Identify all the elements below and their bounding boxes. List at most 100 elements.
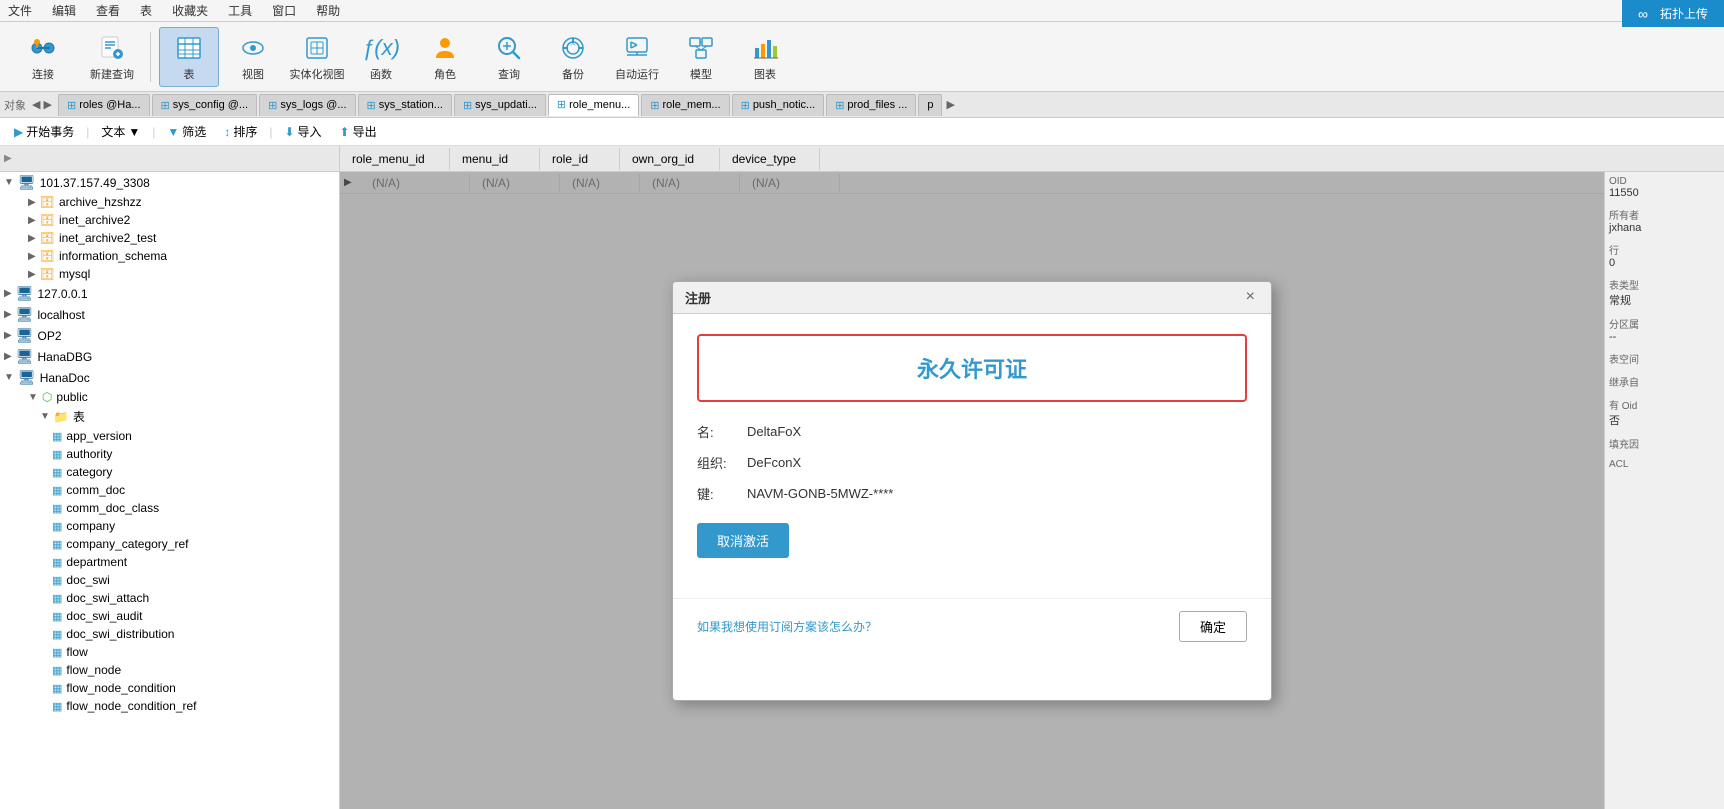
menu-file[interactable]: 文件 [4,0,36,21]
sidebar-server-localhost[interactable]: ▶ 🖥 localhost [0,304,339,325]
materialized-view-icon [301,32,333,64]
tab-role-mem[interactable]: ⊞ role_mem... [641,94,729,116]
export-icon: ⬆ [340,125,350,139]
tab-p[interactable]: p [918,94,942,116]
materialized-view-button[interactable]: 实体化视图 [287,27,347,87]
backup-icon [557,32,589,64]
sidebar-public-schema[interactable]: ▼ ⬡ public [0,388,339,406]
tab-prod-files[interactable]: ⊞ prod_files ... [826,94,916,116]
col-header-device-type[interactable]: device_type [720,148,820,170]
sidebar-table-comm-doc-class[interactable]: ▦ comm_doc_class [0,499,339,517]
menu-tools[interactable]: 工具 [224,0,256,21]
col-header-menu-id[interactable]: menu_id [450,148,540,170]
tab-roles[interactable]: ⊞ roles @Ha... [58,94,150,116]
column-headers: ▶ role_menu_id menu_id role_id own_org_i… [0,146,1724,172]
menu-table[interactable]: 表 [136,0,156,21]
model-button[interactable]: 模型 [671,27,731,87]
menu-edit[interactable]: 编辑 [48,0,80,21]
text-button[interactable]: 文本 ▼ [95,121,146,142]
sidebar-db-inet-archive2-test[interactable]: ▶ 🗄 inet_archive2_test [0,229,339,247]
sidebar-table-flow-node[interactable]: ▦ flow_node [0,661,339,679]
schema-icon: ⬡ [42,390,52,404]
view-button[interactable]: 视图 [223,27,283,87]
menu-window[interactable]: 窗口 [268,0,300,21]
import-button[interactable]: ⬇ 导入 [278,121,327,142]
sidebar-db-information-schema[interactable]: ▶ 🗄 information_schema [0,247,339,265]
col-header-own-org-id[interactable]: own_org_id [620,148,720,170]
sidebar-server-op2[interactable]: ▶ 🖥 OP2 [0,325,339,346]
sidebar-table-flow-node-condition[interactable]: ▦ flow_node_condition [0,679,339,697]
upload-button[interactable]: ∞ 拓扑上传 [1622,0,1724,27]
deactivate-button[interactable]: 取消激活 [697,523,789,558]
ok-button[interactable]: 确定 [1179,611,1247,642]
sidebar-server-hanadbg[interactable]: ▶ 🖥 HanaDBG [0,346,339,367]
prop-rows-label: 行 [1609,242,1720,257]
tab-sys-logs[interactable]: ⊞ sys_logs @... [259,94,355,116]
prop-partition-label: 分区属 [1609,316,1720,331]
sidebar-table-department[interactable]: ▦ department [0,553,339,571]
tab-more[interactable]: ▶ [946,98,954,111]
chart-button[interactable]: 图表 [735,27,795,87]
table-row-icon: ▦ [52,430,62,443]
table-app-version-label: app_version [66,429,131,443]
dialog-title: 注册 [685,288,711,307]
server-icon: 🖥 [18,369,36,386]
sidebar-table-company[interactable]: ▦ company [0,517,339,535]
subscription-link[interactable]: 如果我想使用订阅方案该怎么办？ [697,618,877,635]
query-label: 查询 [498,66,520,82]
expand-icon: ▼ [4,177,14,188]
sidebar-table-category[interactable]: ▦ category [0,463,339,481]
sidebar-table-company-category-ref[interactable]: ▦ company_category_ref [0,535,339,553]
connect-button[interactable]: 连接 [8,27,78,87]
tab-role-menu[interactable]: ⊞ role_menu... [548,94,639,116]
prop-fill-factor-label: 填充因 [1609,436,1720,451]
sidebar-table-comm-doc[interactable]: ▦ comm_doc [0,481,339,499]
autorun-button[interactable]: 自动运行 [607,27,667,87]
tab-sys-config[interactable]: ⊞ sys_config @... [152,94,258,116]
expand-icon: ▶ [28,233,36,244]
prop-owner: 所有者 jxhana [1609,207,1720,234]
sidebar-table-authority[interactable]: ▦ authority [0,445,339,463]
backup-button[interactable]: 备份 [543,27,603,87]
menu-help[interactable]: 帮助 [312,0,344,21]
sidebar-table-flow-node-condition-ref[interactable]: ▦ flow_node_condition_ref [0,697,339,715]
function-button[interactable]: ƒ(x) 函数 [351,27,411,87]
start-transaction-button[interactable]: ▶ 开始事务 [8,121,80,142]
sidebar-tables-folder[interactable]: ▼ 📁 表 [0,406,339,427]
sidebar-server-hanadoc[interactable]: ▼ 🖥 HanaDoc [0,367,339,388]
server-op2-label: OP2 [37,329,61,343]
sidebar-table-app-version[interactable]: ▦ app_version [0,427,339,445]
table-row-icon: ▦ [52,610,62,623]
new-query-label: 新建查询 [90,66,134,82]
sort-button[interactable]: ↕ 排序 [218,121,263,142]
export-button[interactable]: ⬆ 导出 [334,121,383,142]
table-category-label: category [66,465,112,479]
dialog-close-button[interactable]: × [1242,288,1259,306]
tab-push-notic[interactable]: ⊞ push_notic... [732,94,825,116]
role-button[interactable]: 角色 [415,27,475,87]
nav-arrows[interactable]: ◀ ▶ [32,98,52,111]
menu-favorites[interactable]: 收藏夹 [168,0,212,21]
sidebar-db-mysql[interactable]: ▶ 🗄 mysql [0,265,339,283]
sidebar-table-doc-swi[interactable]: ▦ doc_swi [0,571,339,589]
backup-label: 备份 [562,66,584,82]
sidebar-server-101[interactable]: ▼ 🖥 101.37.157.49_3308 [0,172,339,193]
sidebar-table-doc-swi-audit[interactable]: ▦ doc_swi_audit [0,607,339,625]
table-button[interactable]: 表 [159,27,219,87]
sidebar-table-doc-swi-attach[interactable]: ▦ doc_swi_attach [0,589,339,607]
sidebar-db-inet-archive2[interactable]: ▶ 🗄 inet_archive2 [0,211,339,229]
object-nav[interactable]: 对象 [4,97,26,113]
col-header-role-id[interactable]: role_id [540,148,620,170]
sidebar-table-flow[interactable]: ▦ flow [0,643,339,661]
menu-view[interactable]: 查看 [92,0,124,21]
tab-sys-updati[interactable]: ⊞ sys_updati... [454,94,546,116]
query-button[interactable]: 查询 [479,27,539,87]
new-query-button[interactable]: 新建查询 [82,27,142,87]
col-header-role-menu-id[interactable]: role_menu_id [340,148,450,170]
sidebar-server-127[interactable]: ▶ 🖥 127.0.0.1 [0,283,339,304]
sidebar-table-doc-swi-distribution[interactable]: ▦ doc_swi_distribution [0,625,339,643]
tab-sys-station[interactable]: ⊞ sys_station... [358,94,452,116]
expand-icon: ▼ [28,392,38,403]
filter-button[interactable]: ▼ 筛选 [161,121,212,142]
sidebar-db-archive-hzshzz[interactable]: ▶ 🗄 archive_hzshzz [0,193,339,211]
